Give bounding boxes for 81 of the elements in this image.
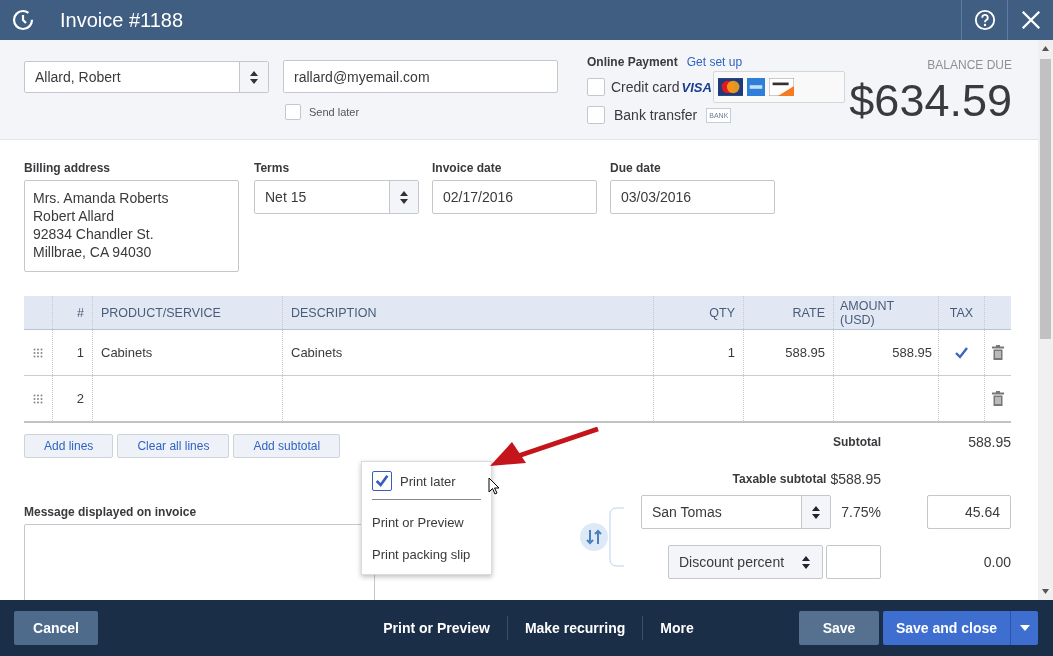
email-field[interactable]: rallard@myemail.com: [283, 60, 558, 93]
subtotal-label: Subtotal: [832, 435, 881, 449]
column-header: RATE: [792, 305, 825, 320]
card-logo-icon: [768, 78, 794, 96]
column-header: DESCRIPTION: [291, 305, 377, 320]
table-cell: Cabinets: [101, 345, 153, 360]
payment-checkbox[interactable]: [587, 106, 605, 124]
menu-item-label: Print later: [400, 473, 456, 489]
payment-checkbox[interactable]: [587, 78, 605, 96]
up-down-arrows-icon: [400, 190, 408, 204]
taxable-subtotal-value: $588.95: [830, 471, 881, 487]
get-set-up-link[interactable]: Get set up: [686, 55, 743, 69]
tax-amount-field[interactable]: 45.64: [927, 495, 1011, 529]
card-logo: VISA: [681, 79, 712, 95]
scroll-down-icon[interactable]: [1042, 589, 1049, 594]
caret-icon: [1019, 625, 1030, 631]
print-later-checkbox[interactable]: [372, 471, 392, 491]
taxable-subtotal-label: Taxable subtotal: [732, 472, 827, 486]
table-cell: Cabinets: [291, 345, 343, 360]
online-payment-label: Online Payment: [587, 55, 678, 69]
table-cell: 588.95: [785, 345, 825, 360]
column-header: PRODUCT/SERVICE: [101, 305, 221, 320]
card-logo-icon: [746, 78, 765, 96]
up-down-arrows-icon: [812, 505, 820, 519]
field-label: Terms: [254, 161, 291, 175]
table-cell: 588.95: [892, 345, 932, 360]
window-title: Invoice #1188: [60, 8, 184, 32]
save-options-button[interactable]: [1010, 611, 1038, 645]
column-header: AMOUNT (USD): [840, 298, 895, 327]
payment-option-label: Bank transfer: [614, 107, 698, 123]
payment-button[interactable]: [712, 71, 845, 103]
send-later-checkbox[interactable]: [285, 104, 301, 120]
discount-field[interactable]: [826, 545, 881, 579]
field-label: Billing address: [24, 161, 112, 175]
up-down-arrows-icon: [802, 555, 810, 569]
balance-due-label: BALANCE DUE: [927, 58, 1012, 72]
cancel-button[interactable]: Cancel: [14, 611, 98, 645]
column-header: TAX: [949, 305, 974, 320]
customer-select[interactable]: Allard, Robert: [24, 61, 269, 93]
discount-type-select[interactable]: Discount percent: [668, 545, 823, 579]
tax-rate-value: 7.75%: [840, 504, 881, 520]
footer-action-link[interactable]: More: [643, 620, 711, 636]
column-header: #: [77, 305, 84, 320]
trash-icon[interactable]: [992, 391, 1004, 406]
footer-action-link[interactable]: Print or Preview: [366, 620, 507, 636]
footer-action-link[interactable]: Make recurring: [507, 620, 643, 636]
card-logo-icon: [717, 78, 743, 96]
table-cell: 1: [727, 345, 735, 360]
close-icon: [1019, 9, 1042, 31]
terms-select[interactable]: Net 15: [254, 180, 419, 214]
field-label: Due date: [610, 161, 662, 175]
billing-address-field[interactable]: Mrs. Amanda Roberts Robert Allard 92834 Chandler St. Millbrae, CA 94030: [24, 180, 239, 272]
save-and-close-button[interactable]: Save and close: [883, 611, 1010, 645]
payment-option-label: Credit card: [611, 79, 680, 95]
field-label: Invoice date: [432, 161, 503, 175]
drag-handle-icon[interactable]: [33, 347, 43, 358]
due-date-field[interactable]: 03/03/2016: [610, 180, 775, 214]
help-icon: [973, 9, 996, 31]
table-action-button[interactable]: Clear all lines: [117, 434, 230, 458]
up-down-arrows-icon: [250, 70, 258, 84]
drag-handle-icon[interactable]: [33, 393, 43, 404]
tax-order-icon[interactable]: [578, 506, 624, 568]
subtotal-value: 588.95: [967, 434, 1011, 450]
balance-amount: $634.59: [849, 78, 1012, 123]
logo-icon: [11, 8, 35, 32]
menu-item[interactable]: Print packing slip: [372, 538, 481, 570]
table-action-button[interactable]: Add subtotal: [233, 434, 341, 458]
table-action-button[interactable]: Add lines: [24, 434, 114, 458]
table-cell: 1: [76, 345, 84, 360]
scrollbar[interactable]: [1038, 40, 1053, 600]
save-button[interactable]: Save: [799, 611, 879, 645]
discount-value: 0.00: [982, 554, 1011, 570]
send-later-label: Send later: [309, 106, 360, 118]
scroll-up-icon[interactable]: [1042, 46, 1049, 51]
column-header: QTY: [709, 305, 735, 320]
trash-icon[interactable]: [992, 345, 1004, 360]
menu-item[interactable]: Print or Preview: [372, 506, 481, 538]
invoice-date-field[interactable]: 02/17/2016: [432, 180, 597, 214]
field-label: Message displayed on invoice: [24, 505, 197, 519]
table-cell: 2: [76, 391, 84, 406]
tax-rate-select[interactable]: San Tomas: [641, 495, 831, 529]
